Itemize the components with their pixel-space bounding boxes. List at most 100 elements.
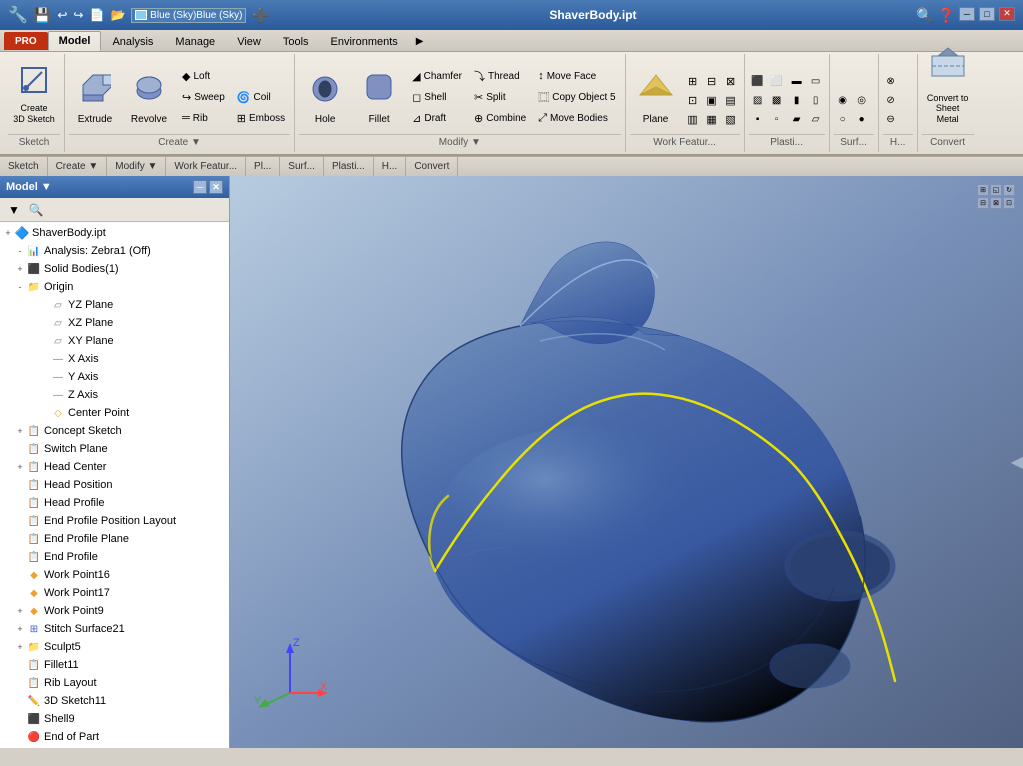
panel-close[interactable]: ✕	[209, 180, 223, 194]
pl-btn5[interactable]: ▪	[749, 110, 767, 128]
tree-item-sculpt5[interactable]: + 📁 Sculpt5	[0, 638, 229, 656]
sweep-button[interactable]: ↪Sweep	[177, 87, 230, 107]
qat-redo[interactable]: ↪	[73, 8, 83, 22]
pl-btn10[interactable]: ▯	[807, 91, 825, 109]
shell-button[interactable]: ◻Shell	[407, 87, 467, 107]
view-nav-btn5[interactable]: ⊠	[990, 197, 1002, 209]
wf-btn1[interactable]: ⊞	[684, 72, 702, 90]
emboss-button[interactable]: ⊞Emboss	[232, 108, 290, 128]
coil-button[interactable]: 🌀Coil	[232, 87, 290, 107]
extrude-button[interactable]: Extrude	[69, 56, 121, 128]
tree-item-work-point16[interactable]: ◆ Work Point16	[0, 566, 229, 584]
loft-button[interactable]: ◆Loft	[177, 66, 230, 86]
pl-btn7[interactable]: ▬	[788, 72, 806, 90]
revolve-button[interactable]: Revolve	[123, 56, 175, 128]
create-group-label[interactable]: Create ▼	[69, 134, 290, 150]
footer-h[interactable]: H...	[374, 157, 407, 176]
expand-analysis[interactable]: -	[14, 245, 26, 257]
wf-btn8[interactable]: ▦	[703, 110, 721, 128]
tree-item-end-profile[interactable]: 📋 End Profile	[0, 548, 229, 566]
expand-concept-sketch[interactable]: +	[14, 425, 26, 437]
tree-item-xz-plane[interactable]: ▱ XZ Plane	[0, 314, 229, 332]
expand-root[interactable]: +	[2, 227, 14, 239]
tree-item-y-axis[interactable]: — Y Axis	[0, 368, 229, 386]
tree-item-shell9[interactable]: ⬛ Shell9	[0, 710, 229, 728]
qat-open[interactable]: 📂	[110, 8, 125, 22]
tree-item-work-point17[interactable]: ◆ Work Point17	[0, 584, 229, 602]
rib-button[interactable]: ═Rib	[177, 108, 230, 128]
surf-btn1[interactable]: ◉	[834, 91, 852, 109]
footer-pl[interactable]: Pl...	[246, 157, 280, 176]
qat-new[interactable]: 📄	[89, 8, 104, 22]
qat-undo[interactable]: ↩	[57, 8, 67, 22]
wf-btn4[interactable]: ⊡	[684, 91, 702, 109]
tree-item-switch-plane[interactable]: 📋 Switch Plane	[0, 440, 229, 458]
tree-item-root[interactable]: + 🔷 ShaverBody.ipt	[0, 224, 229, 242]
tree-item-solid-bodies[interactable]: + ⬛ Solid Bodies(1)	[0, 260, 229, 278]
pl-btn4[interactable]: ▩	[768, 91, 786, 109]
expand-stitch-surface[interactable]: +	[14, 623, 26, 635]
pl-btn8[interactable]: ▭	[807, 72, 825, 90]
expand-solid-bodies[interactable]: +	[14, 263, 26, 275]
view-nav-btn4[interactable]: ⊟	[977, 197, 989, 209]
footer-plastic[interactable]: Plasti...	[324, 157, 374, 176]
tab-manage[interactable]: Manage	[164, 31, 226, 51]
convert-sheet-metal-button[interactable]: Convert toSheet Metal	[922, 56, 974, 128]
footer-convert[interactable]: Convert	[406, 157, 458, 176]
wf-btn5[interactable]: ▣	[703, 91, 721, 109]
plane-button[interactable]: Plane	[630, 56, 682, 128]
surf-btn4[interactable]: ●	[853, 110, 871, 128]
move-bodies-button[interactable]: ⤢Move Bodies	[533, 108, 620, 128]
tab-extra[interactable]: ▶	[409, 31, 431, 51]
search-button[interactable]: 🔍	[26, 201, 46, 219]
tree-item-3d-sketch11[interactable]: ✏️ 3D Sketch11	[0, 692, 229, 710]
expand-sculpt5[interactable]: +	[14, 641, 26, 653]
tree-item-fillet11[interactable]: 📋 Fillet11	[0, 656, 229, 674]
tab-analysis[interactable]: Analysis	[101, 31, 164, 51]
move-face-button[interactable]: ↕Move Face	[533, 66, 620, 86]
pl-btn3[interactable]: ▨	[749, 91, 767, 109]
pl-btn6[interactable]: ▫	[768, 110, 786, 128]
surf-btn3[interactable]: ○	[834, 110, 852, 128]
tree-item-end-of-part[interactable]: 🔴 End of Part	[0, 728, 229, 746]
fillet-button[interactable]: Fillet	[353, 56, 405, 128]
combine-button[interactable]: ⊕Combine	[469, 108, 531, 128]
tree-item-xy-plane[interactable]: ▱ XY Plane	[0, 332, 229, 350]
expand-work-point9[interactable]: +	[14, 605, 26, 617]
viewport-expand-arrow[interactable]: ◀	[1011, 452, 1023, 472]
tree-item-head-center[interactable]: + 📋 Head Center	[0, 458, 229, 476]
expand-origin[interactable]: -	[14, 281, 26, 293]
tab-environments[interactable]: Environments	[320, 31, 409, 51]
tree-item-origin[interactable]: - 📁 Origin	[0, 278, 229, 296]
tree-item-head-profile[interactable]: 📋 Head Profile	[0, 494, 229, 512]
h-btn2[interactable]: ⊘	[883, 91, 899, 109]
create-sketch-button[interactable]: Create3D Sketch	[8, 56, 60, 128]
panel-minimize[interactable]: ─	[193, 180, 207, 194]
tree-item-analysis[interactable]: - 📊 Analysis: Zebra1 (Off)	[0, 242, 229, 260]
tree-item-work-point9[interactable]: + ◆ Work Point9	[0, 602, 229, 620]
tree-item-rib-layout[interactable]: 📋 Rib Layout	[0, 674, 229, 692]
3d-viewport[interactable]: Z X Y ◀ ⊞ ◱ ↻ ⊟ ⊠ ⊡	[230, 176, 1023, 748]
tree-item-yz-plane[interactable]: ▱ YZ Plane	[0, 296, 229, 314]
tree-item-stitch-surface[interactable]: + ⊞ Stitch Surface21	[0, 620, 229, 638]
wf-btn7[interactable]: ▥	[684, 110, 702, 128]
qat-save[interactable]: 💾	[34, 7, 51, 24]
footer-sketch[interactable]: Sketch	[0, 157, 48, 176]
wf-btn9[interactable]: ▧	[722, 110, 740, 128]
thread-button[interactable]: ⤵Thread	[469, 66, 531, 86]
tab-model[interactable]: Model	[48, 31, 102, 51]
color-indicator[interactable]: Blue (Sky)Blue (Sky)	[131, 8, 246, 23]
split-button[interactable]: ✂Split	[469, 87, 531, 107]
view-nav-btn6[interactable]: ⊡	[1003, 197, 1015, 209]
hole-button[interactable]: Hole	[299, 56, 351, 128]
wf-btn3[interactable]: ⊠	[722, 72, 740, 90]
copy-object-button[interactable]: ⿴Copy Object 5	[533, 87, 620, 107]
view-nav-btn2[interactable]: ◱	[990, 184, 1002, 196]
draft-button[interactable]: ⊿Draft	[407, 108, 467, 128]
h-btn1[interactable]: ⊗	[883, 72, 899, 90]
filter-button[interactable]: ▼	[4, 201, 24, 219]
close-button[interactable]: ✕	[999, 7, 1015, 21]
pl-btn2[interactable]: ⬜	[768, 72, 786, 90]
maximize-button[interactable]: □	[979, 7, 995, 21]
tree-item-concept-sketch[interactable]: + 📋 Concept Sketch	[0, 422, 229, 440]
